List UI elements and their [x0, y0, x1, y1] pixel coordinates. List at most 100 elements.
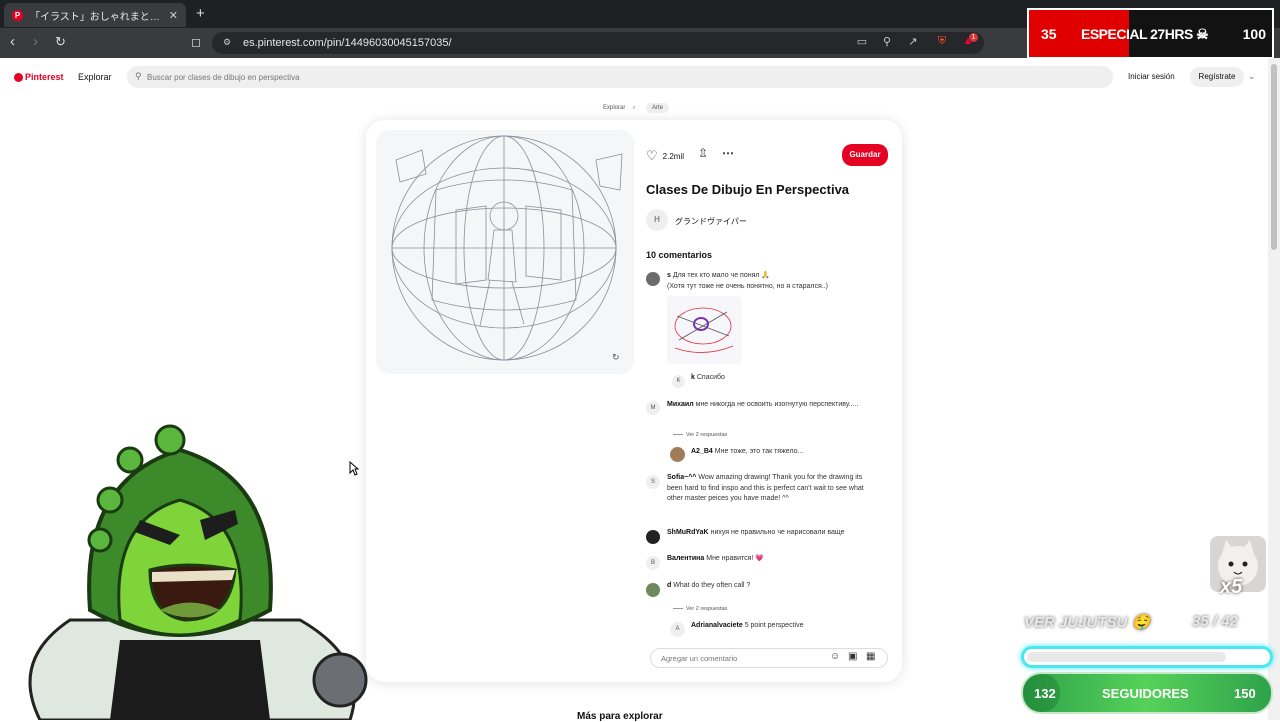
comment-user[interactable]: d [667, 582, 671, 589]
comment-text: Валентина Мне нравится! 💗 [667, 554, 872, 565]
brave-shield-icon[interactable]: ⛨ [935, 35, 949, 49]
site-settings-icon[interactable]: ⚙ [220, 37, 234, 51]
comment-user[interactable]: Валентина [667, 555, 704, 562]
install-icon[interactable]: ▭ [855, 35, 869, 49]
image-upload-icon[interactable]: ▦ [866, 651, 875, 662]
comment-user[interactable]: A2_B4 [691, 448, 713, 455]
commenter-avatar[interactable]: S [646, 475, 660, 489]
login-link[interactable]: Iniciar sesión [1128, 72, 1175, 81]
comment-user[interactable]: s [667, 272, 671, 279]
followers-target: 150 [1234, 686, 1256, 701]
banner-right-count: 100 [1242, 26, 1266, 42]
reload-icon[interactable]: ↻ [55, 34, 66, 50]
perspective-sketch-image: ↻ [391, 135, 623, 363]
commenter-avatar[interactable]: В [646, 556, 660, 570]
explore-link[interactable]: Explorar [78, 72, 112, 82]
more-to-explore-heading: Más para explorar [577, 711, 663, 722]
multiplier-label: x5 [1220, 576, 1243, 598]
commenter-avatar[interactable]: М [646, 401, 660, 415]
search-icon: ⚲ [135, 71, 142, 81]
extension-badge: 1 [969, 33, 978, 42]
save-button[interactable]: Guardar [842, 144, 888, 166]
commenter-avatar[interactable]: K [672, 375, 685, 388]
heart-icon[interactable]: ♡ [646, 148, 658, 164]
commenter-avatar[interactable] [646, 272, 660, 286]
author-avatar[interactable]: H [646, 209, 668, 231]
zoom-icon[interactable]: ⚲ [880, 35, 894, 49]
commenter-avatar[interactable] [646, 583, 660, 597]
followers-current: 132 [1034, 686, 1056, 701]
banner-left-count: 35 [1041, 26, 1057, 42]
comment-body: мне никогда не освоить изогнутую перспек… [695, 401, 859, 408]
comment-text: Михаил мне никогда не освоить изогнутую … [667, 400, 867, 411]
bookmark-icon[interactable]: ◻ [191, 34, 201, 50]
close-tab-icon[interactable]: ✕ [169, 9, 178, 22]
breadcrumb-arte[interactable]: Arte [646, 103, 670, 113]
register-button[interactable]: Regístrate [1190, 67, 1244, 87]
followers-label: SEGUIDORES [1102, 686, 1189, 701]
url-text[interactable]: es.pinterest.com/pin/14496030045157035/ [243, 37, 452, 49]
comment-text: Sofia~^^ Wow amazing drawing! Thank you … [667, 473, 872, 505]
like-counter[interactable]: ♡ 2.2mil [646, 148, 684, 164]
comment-text: k Спасибо [691, 373, 896, 384]
scrollbar-thumb[interactable] [1271, 64, 1277, 250]
comment-text: Adrianalvaciete 5 point perspective [691, 621, 896, 632]
search-input[interactable]: ⚲ Buscar por clases de dibujo en perspec… [127, 66, 1113, 88]
comment-body: нихуя не правильно че нарисовали ваще [710, 529, 845, 536]
pinterest-favicon-icon: P [12, 9, 23, 21]
forward-arrow-icon[interactable]: › [33, 34, 38, 50]
comment-body: Мне тоже, это так тяжело... [714, 448, 804, 455]
comment-text: d What do they often call ? [667, 581, 872, 592]
commenter-avatar[interactable] [646, 530, 660, 544]
pinterest-logo[interactable]: Pinterest [14, 72, 64, 82]
comment-body: Спасибо [696, 374, 725, 381]
commenter-avatar[interactable] [670, 447, 685, 462]
pin-title: Clases De Dibujo En Perspectiva [646, 182, 850, 197]
comments-count: 10 comentarios [646, 250, 713, 260]
share-page-icon[interactable]: ↗ [906, 35, 920, 49]
comment-body: 5 point perspective [744, 622, 804, 629]
logo-text: Pinterest [25, 72, 64, 82]
likes-count: 2.2mil [662, 151, 684, 161]
more-options-icon[interactable]: ⋯ [722, 146, 734, 160]
goal-progress-bar [1021, 646, 1273, 668]
comment-body: Wow amazing drawing! Thank you for the d… [667, 474, 864, 502]
view-replies-link[interactable]: Ver 2 respuestas [673, 432, 727, 438]
pin-image[interactable]: ↻ [376, 130, 634, 374]
comment-text: A2_B4 Мне тоже, это так тяжело... [691, 447, 896, 458]
comment-sketch-image [674, 307, 734, 353]
pinterest-logo-icon [14, 72, 23, 82]
banner-title: ESPECIAL 27HRS ☠ [1081, 26, 1209, 42]
emoji-icon[interactable]: ☺ [830, 651, 840, 662]
comment-text: s Для тех кто мало че понял 🙏 (Хотя тут т… [667, 271, 872, 292]
comment-body-line2: (Хотя тут тоже не очень понятно, но я ст… [667, 282, 828, 290]
commenter-avatar[interactable]: A [670, 622, 685, 637]
comment-body: Для тех кто мало че понял 🙏 [672, 272, 771, 279]
sticker-icon[interactable]: ▣ [848, 651, 857, 662]
comment-attached-image[interactable] [667, 296, 742, 364]
search-placeholder: Buscar por clases de dibujo en perspecti… [147, 73, 300, 82]
chevron-down-icon[interactable]: ⌄ [1248, 71, 1256, 82]
share-icon[interactable]: ⇫ [698, 146, 708, 160]
comment-body: What do they often call ? [673, 582, 751, 589]
breadcrumb-explore[interactable]: Explorar [603, 105, 625, 111]
comment-body: Мне нравится! 💗 [706, 555, 765, 562]
view-replies-link[interactable]: Ver 2 respuestas [673, 606, 727, 612]
streamer-mascot-image [28, 424, 368, 720]
comment-user[interactable]: k [691, 374, 695, 381]
comment-user[interactable]: Михаил [667, 401, 694, 408]
goal-count: 35 / 42 [1192, 613, 1238, 630]
comment-user[interactable]: ShMuRdYaK [667, 529, 709, 536]
goal-progress-fill [1027, 652, 1227, 662]
comment-user[interactable]: Adrianalvaciete [691, 622, 743, 629]
browser-tab[interactable]: P 「イラスト」おしゃれまとめの人気アイデ ✕ [4, 3, 186, 27]
comment-text: ShMuRdYaK нихуя не правильно че нарисова… [667, 528, 882, 539]
svg-text:↻: ↻ [612, 353, 620, 363]
comment-user[interactable]: Sofia~^^ [667, 474, 696, 481]
tab-title: 「イラスト」おしゃれまとめの人気アイデ [30, 11, 163, 23]
author-name[interactable]: グランドヴァイパー [675, 216, 747, 227]
stream-special-banner: 35 ESPECIAL 27HRS ☠ 100 [1027, 8, 1274, 59]
new-tab-button[interactable]: + [196, 5, 205, 22]
back-arrow-icon[interactable]: ‹ [10, 34, 15, 50]
goal-label: VER JUJUTSU 🤤 [1024, 614, 1151, 631]
